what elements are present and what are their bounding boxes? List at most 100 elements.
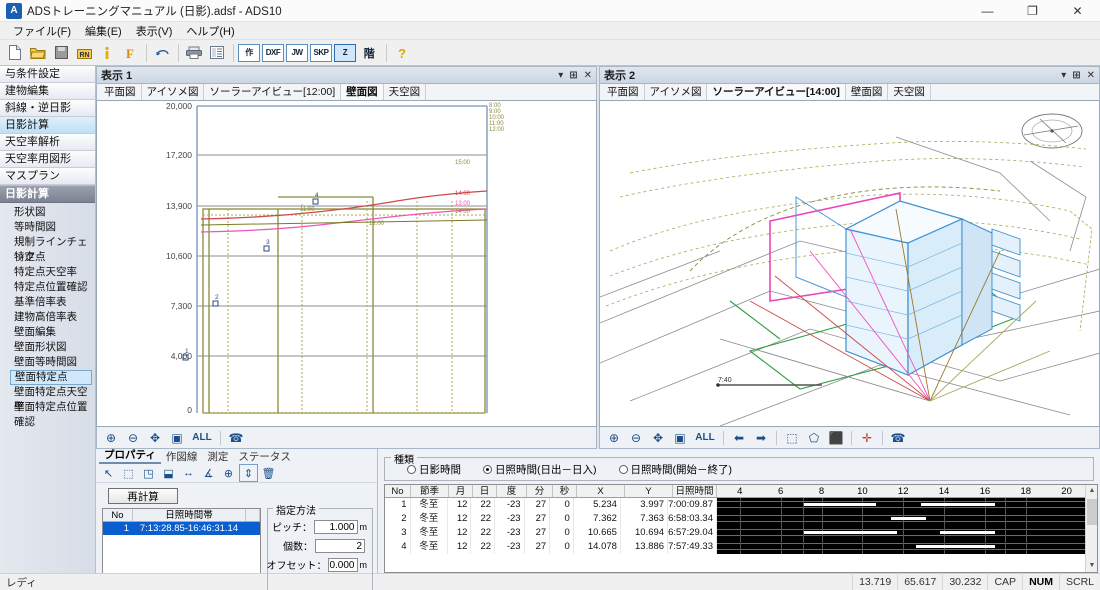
pin-icon[interactable]: ⊞: [569, 70, 577, 81]
sidebar-subitem-building-ratio[interactable]: 建物高倍率表: [0, 310, 95, 325]
tab-status[interactable]: ステータス: [233, 449, 296, 464]
zoom-window-icon[interactable]: ▣: [167, 429, 187, 447]
chevron-down-icon[interactable]: ▾: [558, 70, 563, 81]
rotate-right-icon[interactable]: ➡: [751, 429, 771, 447]
menu-file[interactable]: ファイル(F): [6, 22, 78, 40]
view1-tab-plan[interactable]: 平面図: [99, 84, 142, 100]
help-icon[interactable]: ?: [391, 42, 413, 64]
sidebar-item-shadow-calc[interactable]: 日影計算: [0, 117, 95, 134]
minimize-button[interactable]: —: [965, 0, 1010, 22]
rotate-left-icon[interactable]: ⬅: [729, 429, 749, 447]
select-region-icon[interactable]: ◳: [139, 464, 158, 482]
zoom-in-icon[interactable]: ⊕: [604, 429, 624, 447]
shaded-icon[interactable]: ⬛: [826, 429, 846, 447]
chevron-down-icon[interactable]: ▾: [1061, 70, 1066, 81]
scrollbar-thumb[interactable]: [1087, 499, 1097, 525]
sidebar-subitem-regline-check[interactable]: 規制ラインチェック: [0, 235, 95, 263]
sidebar-subitem-wall-isochrone[interactable]: 壁面等時間図: [0, 355, 95, 370]
view2-canvas[interactable]: 7:40: [599, 101, 1100, 427]
sidebar-subitem-wall-shape[interactable]: 壁面形状図: [0, 340, 95, 355]
view1-tab-solar-eye[interactable]: ソーラーアイビュー[12:00]: [204, 84, 342, 100]
sidebar-subitem-specific-point-sky[interactable]: 特定点天空率: [0, 265, 95, 280]
close-button[interactable]: ✕: [1055, 0, 1100, 22]
sidebar-subitem-wall-specific-point[interactable]: 壁面特定点: [10, 370, 92, 385]
table-row[interactable]: 2 冬至 12 22 -23 27 0 7.362 7.363 6:58:03.…: [385, 512, 717, 526]
zoom-out-icon[interactable]: ⊖: [626, 429, 646, 447]
sidebar-item-mass-plan[interactable]: マスプラン: [0, 168, 95, 185]
sidebar-item-conditions[interactable]: 与条件設定: [0, 66, 95, 83]
table-row[interactable]: 3 冬至 12 22 -23 27 0 10.665 10.694 6:57:2…: [385, 526, 717, 540]
menu-view[interactable]: 表示(V): [129, 22, 180, 40]
timeline-row[interactable]: [717, 540, 1085, 554]
saku-button[interactable]: 作: [238, 43, 260, 62]
sidebar-item-slant-reverse[interactable]: 斜線・逆日影: [0, 100, 95, 117]
menu-edit[interactable]: 編集(E): [78, 22, 129, 40]
recalculate-button[interactable]: 再計算: [108, 488, 178, 504]
sidebar-subitem-wall-specific-point-pos[interactable]: 壁面特定点位置確認: [0, 400, 95, 428]
sidebar-subitem-wall-specific-point-sky[interactable]: 壁面特定点天空率: [0, 385, 95, 413]
rename-icon[interactable]: RN: [73, 42, 95, 64]
view2-tab-plan[interactable]: 平面図: [602, 84, 645, 100]
select-arrow-icon[interactable]: ↖: [99, 464, 118, 482]
axis-icon[interactable]: ✛: [857, 429, 877, 447]
results-scrollbar[interactable]: ▲ ▼: [1085, 485, 1097, 572]
view1-canvas[interactable]: 20,000 17,200 13,900 10,600 7,300 4,000 …: [96, 101, 597, 427]
sidebar-item-building-edit[interactable]: 建物編集: [0, 83, 95, 100]
table-row[interactable]: 1 冬至 12 22 -23 27 0 5.234 3.997 7:00:09.…: [385, 498, 717, 512]
dxf-button[interactable]: DXF: [262, 43, 284, 62]
pitch-input[interactable]: 1.000: [314, 519, 358, 534]
scroll-up-icon[interactable]: ▲: [1086, 485, 1097, 497]
view2-tab-sky[interactable]: 天空図: [888, 84, 931, 100]
timeline-row[interactable]: [717, 498, 1085, 512]
view2-tab-solar-eye[interactable]: ソーラーアイビュー[14:00]: [707, 84, 846, 100]
tab-drawing-lines[interactable]: 作図線: [161, 449, 203, 464]
hidden-line-icon[interactable]: ⬠: [804, 429, 824, 447]
sidebar-item-sky-factor[interactable]: 天空率解析: [0, 134, 95, 151]
list-item[interactable]: 1 7:13:28.85-16:46:31.14: [103, 522, 260, 535]
undo-icon[interactable]: [151, 42, 173, 64]
sidebar-item-sky-shape[interactable]: 天空率用図形: [0, 151, 95, 168]
phone-icon[interactable]: ☎: [226, 429, 246, 447]
pan-icon[interactable]: ✥: [145, 429, 165, 447]
list-icon[interactable]: [206, 42, 228, 64]
radio-sun-time-start-end[interactable]: 日照時間(開始－終了): [618, 462, 732, 477]
offset-input[interactable]: 0.000: [328, 557, 358, 572]
scroll-down-icon[interactable]: ▼: [1086, 560, 1097, 572]
view1-tab-wall[interactable]: 壁面図: [341, 84, 384, 100]
angle-icon[interactable]: ∡: [199, 464, 218, 482]
sidebar-subitem-shape[interactable]: 形状図: [0, 205, 95, 220]
print-icon[interactable]: [183, 42, 205, 64]
view1-tab-sky[interactable]: 天空図: [384, 84, 427, 100]
new-file-icon[interactable]: [4, 42, 26, 64]
view2-tab-isometric[interactable]: アイソメ図: [645, 84, 708, 100]
radio-sun-time-sunrise-sunset[interactable]: 日照時間(日出－日入): [483, 462, 597, 477]
sidebar-subitem-standard-ratio[interactable]: 基準倍率表: [0, 295, 95, 310]
jw-button[interactable]: JW: [286, 43, 308, 62]
measure-width-icon[interactable]: ↔: [179, 464, 198, 482]
zoom-in-icon[interactable]: ⊕: [101, 429, 121, 447]
close-icon[interactable]: ✕: [584, 70, 592, 81]
height-icon[interactable]: ⇕: [239, 464, 258, 482]
view2-tab-wall[interactable]: 壁面図: [846, 84, 889, 100]
pan-icon[interactable]: ✥: [648, 429, 668, 447]
delete-icon[interactable]: 🗑: [259, 464, 278, 482]
pin-icon[interactable]: ⊞: [1072, 70, 1080, 81]
zoom-out-icon[interactable]: ⊖: [123, 429, 143, 447]
timeline-row[interactable]: [717, 526, 1085, 540]
info-icon[interactable]: [96, 42, 118, 64]
timeline-row[interactable]: [717, 512, 1085, 526]
close-icon[interactable]: ✕: [1087, 70, 1095, 81]
zoom-window-icon[interactable]: ▣: [670, 429, 690, 447]
wireframe-icon[interactable]: ⬚: [782, 429, 802, 447]
view1-tab-isometric[interactable]: アイソメ図: [142, 84, 205, 100]
save-icon[interactable]: [50, 42, 72, 64]
open-folder-icon[interactable]: [27, 42, 49, 64]
tab-measure[interactable]: 測定: [202, 449, 233, 464]
count-input[interactable]: 2: [315, 538, 365, 553]
skp-button[interactable]: SKP: [310, 43, 332, 62]
maximize-button[interactable]: ❐: [1010, 0, 1055, 22]
phone-icon[interactable]: ☎: [888, 429, 908, 447]
sidebar-subitem-isochrone[interactable]: 等時間図: [0, 220, 95, 235]
add-point-icon[interactable]: ⊕: [219, 464, 238, 482]
menu-help[interactable]: ヘルプ(H): [179, 22, 241, 40]
